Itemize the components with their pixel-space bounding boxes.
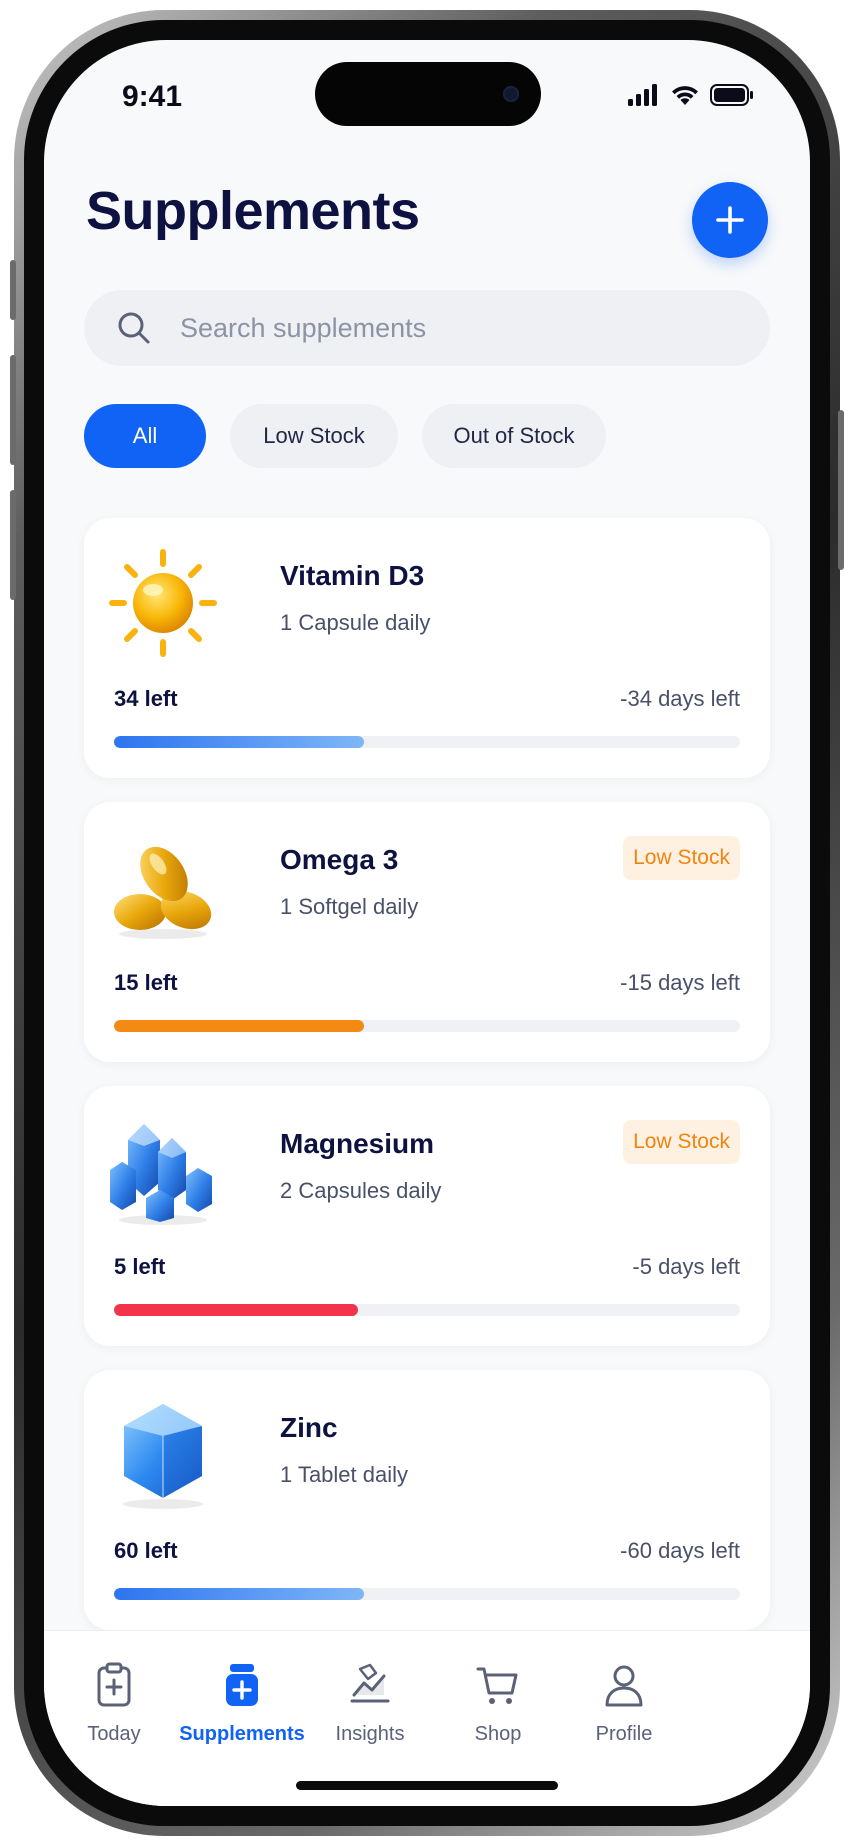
softgel-icon: [114, 846, 212, 939]
signal-icon: [628, 84, 657, 106]
side-button-volume-up: [10, 355, 16, 465]
person-icon: [605, 1665, 643, 1707]
search-input[interactable]: [180, 290, 740, 366]
supplement-name: Magnesium: [280, 1128, 435, 1159]
tab-label: Insights: [335, 1723, 405, 1745]
supplement-dose: 1 Capsule daily: [280, 610, 431, 635]
supplement-card[interactable]: Vitamin D3 1 Capsule daily 34 left -34 d…: [84, 518, 770, 778]
home-indicator: [296, 1781, 558, 1790]
supplement-days-left: -34 days left: [620, 686, 740, 711]
tab-shop[interactable]: Shop: [428, 1661, 568, 1746]
filter-chip-low-stock[interactable]: Low Stock: [230, 404, 398, 468]
supplement-name: Vitamin D3: [280, 560, 425, 591]
stock-progress-bar: [114, 1304, 740, 1316]
pill-bottle-icon: [226, 1664, 258, 1706]
stock-progress-fill: [114, 1304, 359, 1316]
stock-progress-bar: [114, 736, 740, 748]
tab-bar: Today Supplements Insights Shop Profile: [44, 1630, 810, 1806]
plus-icon: [716, 206, 744, 234]
status-time: 9:41: [122, 80, 183, 113]
supplement-card[interactable]: Zinc 1 Tablet daily 60 left -60 days lef…: [84, 1370, 770, 1630]
supplement-name: Zinc: [280, 1412, 338, 1443]
supplement-card[interactable]: Omega 3 1 Softgel daily Low Stock 15 lef…: [84, 802, 770, 1062]
filter-chip-label: All: [132, 423, 158, 448]
supplement-dose: 2 Capsules daily: [280, 1178, 442, 1203]
side-button-power: [838, 410, 844, 570]
stock-progress-bar: [114, 1020, 740, 1032]
page-title: Supplements: [86, 181, 420, 241]
supplement-count: 34 left: [114, 686, 178, 711]
stock-progress-fill: [114, 1020, 365, 1032]
supplement-days-left: -15 days left: [620, 970, 740, 995]
tab-label: Supplements: [179, 1723, 305, 1745]
supplement-card[interactable]: Magnesium 2 Capsules daily Low Stock 5 l…: [84, 1086, 770, 1346]
screen: 9:41 Supplements All Low: [44, 40, 810, 1806]
tab-label: Shop: [474, 1723, 522, 1745]
supplement-dose: 1 Softgel daily: [280, 894, 419, 919]
chart-icon: [350, 1663, 390, 1703]
tab-profile[interactable]: Profile: [554, 1661, 694, 1746]
low-stock-badge: Low Stock: [623, 1120, 740, 1164]
sun-icon: [109, 549, 217, 657]
tab-label: Today: [87, 1723, 141, 1745]
supplement-days-left: -5 days left: [632, 1254, 740, 1279]
crystal-cluster-icon: [110, 1124, 212, 1225]
stock-progress-bar: [114, 1588, 740, 1600]
stock-progress-fill: [114, 736, 365, 748]
battery-icon: [710, 84, 753, 106]
supplement-days-left: -60 days left: [620, 1538, 740, 1563]
gem-icon: [123, 1404, 203, 1509]
cart-icon: [476, 1667, 518, 1704]
search-icon: [118, 312, 150, 344]
supplement-count: 60 left: [114, 1538, 178, 1563]
tab-today[interactable]: Today: [44, 1661, 184, 1746]
filter-chip-label: Low Stock: [263, 423, 365, 448]
filter-chip-out-of-stock[interactable]: Out of Stock: [422, 404, 606, 468]
camera-icon: [503, 86, 519, 102]
wifi-icon: [672, 86, 698, 105]
side-button-volume-down: [10, 490, 16, 600]
supplement-name: Omega 3: [280, 844, 399, 875]
filter-chip-label: Out of Stock: [453, 423, 575, 448]
supplement-dose: 1 Tablet daily: [280, 1462, 409, 1487]
tab-insights[interactable]: Insights: [300, 1661, 440, 1746]
dynamic-island: [315, 62, 541, 126]
supplement-count: 5 left: [114, 1254, 166, 1279]
status-icons: [628, 84, 754, 106]
supplement-count: 15 left: [114, 970, 178, 995]
stock-progress-fill: [114, 1588, 365, 1600]
filter-chip-all[interactable]: All: [84, 404, 206, 468]
tab-supplements[interactable]: Supplements: [172, 1661, 312, 1746]
search-bar[interactable]: [84, 290, 770, 366]
side-button-action: [10, 260, 16, 320]
tab-label: Profile: [595, 1723, 653, 1745]
clipboard-plus-icon: [97, 1662, 131, 1707]
add-supplement-button[interactable]: [692, 182, 768, 258]
low-stock-badge: Low Stock: [623, 836, 740, 880]
